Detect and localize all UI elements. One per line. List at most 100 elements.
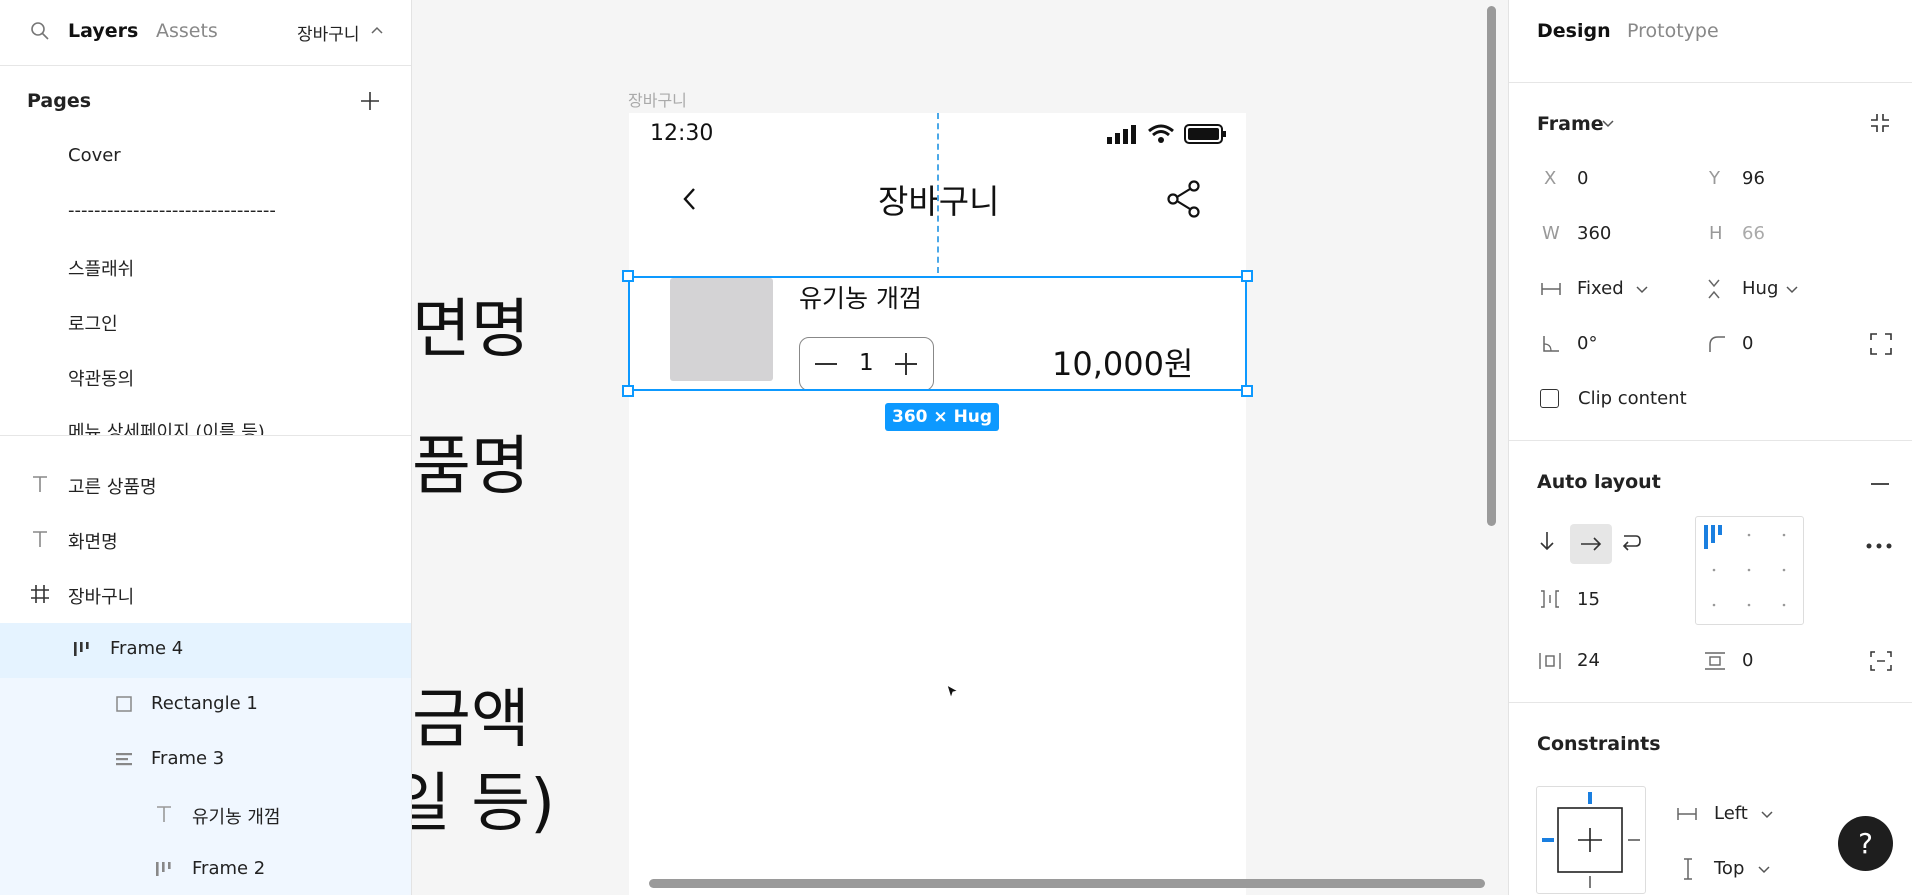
status-time: 12:30 [650,121,714,146]
auto-layout-horizontal-icon [72,639,92,659]
horizontal-scrollbar[interactable] [649,879,1485,888]
wrap-icon[interactable] [1620,533,1642,551]
frame-section: Frame X 0 Y 96 W 360 H 66 Fixed Hug 0° 0… [1509,83,1912,441]
page-item-cover[interactable]: Cover [68,145,121,166]
canvas[interactable]: 면명 품명 금액 일 등) 장바구니 12:30 장바구니 유기농 개껌 1 1… [412,0,1508,895]
layer-label: 유기농 개껌 [192,807,281,828]
horizontal-padding-input[interactable]: 24 [1577,650,1600,671]
chevron-down-icon[interactable] [1758,865,1770,875]
vertical-constraint-select[interactable]: Top [1714,858,1744,879]
y-label: Y [1709,168,1720,189]
y-input[interactable]: 96 [1742,168,1765,189]
page-item-terms[interactable]: 약관동의 [68,365,134,391]
back-icon[interactable] [682,186,698,212]
left-panel-tabs: Layers Assets 장바구니 [0,0,411,66]
chevron-up-icon[interactable] [370,24,384,36]
text-icon [154,804,174,824]
height-mode-select[interactable]: Hug [1742,278,1778,299]
hug-height-icon [1706,278,1722,300]
x-input[interactable]: 0 [1577,168,1588,189]
chevron-down-icon[interactable] [1636,285,1648,295]
page-item-splash[interactable]: 스플래쉬 [68,255,134,281]
measure-guide [937,113,939,273]
layer-label: 고른 상품명 [68,477,157,498]
page-item-divider[interactable]: -------------------------------- [68,200,276,221]
clip-content-checkbox[interactable] [1540,389,1559,408]
resize-handle[interactable] [622,385,634,397]
search-icon[interactable] [30,21,50,41]
fixed-width-icon [1541,281,1561,297]
chevron-down-icon[interactable] [1761,810,1773,820]
chevron-down-icon[interactable] [1786,285,1798,295]
h-label: H [1709,223,1723,244]
horizontal-constraint-icon [1677,806,1697,822]
canvas-bg-text: 일 등) [412,767,556,841]
layer-label: Frame 4 [110,638,184,659]
layer-label: Frame 2 [192,858,266,879]
more-options-icon[interactable] [1865,542,1893,550]
size-badge: 360 × Hug [885,403,1000,431]
layer-row-rectangle-1[interactable]: Rectangle 1 [0,678,411,733]
arrow-down-icon[interactable] [1539,531,1555,551]
battery-icon [1184,123,1228,145]
horizontal-padding-icon [1539,652,1561,670]
cursor-icon [946,684,960,700]
auto-layout-section: Auto layout 15 24 0 [1509,441,1912,703]
tab-layers[interactable]: Layers [68,20,138,42]
collapse-icon[interactable] [1869,112,1891,134]
auto-layout-horizontal-icon [154,859,174,879]
alignment-grid[interactable] [1695,516,1804,625]
frame-title[interactable]: Frame [1537,113,1604,135]
w-label: W [1542,223,1560,244]
pages-title: Pages [27,90,92,112]
rotation-input[interactable]: 0° [1577,333,1597,354]
layer-row-frame-3[interactable]: Frame 3 [0,733,411,788]
layers-panel: Layers Assets 장바구니 고른 상품명 화면명 장바구니 Frame… [0,0,412,895]
text-icon [30,474,50,494]
pages-section: Pages Cover ----------------------------… [0,66,411,436]
independent-corners-icon[interactable] [1870,333,1892,355]
layer-row-item-name[interactable]: 유기농 개껌 [0,788,411,843]
tab-design[interactable]: Design [1537,20,1611,42]
vertical-padding-input[interactable]: 0 [1742,650,1753,671]
rectangle-icon [114,694,134,714]
resize-handle[interactable] [1241,270,1253,282]
tab-prototype[interactable]: Prototype [1627,20,1719,42]
remove-auto-layout-icon[interactable] [1871,482,1889,486]
layer-row-cart-frame[interactable]: 장바구니 [0,568,411,623]
h-input[interactable]: 66 [1742,223,1765,244]
page-item-menu-detail[interactable]: 메뉴 상세페이지 (이름 등) [68,418,265,435]
add-page-icon[interactable] [360,91,380,111]
page-selector[interactable]: 장바구니 [297,20,360,45]
selection-box [628,276,1247,391]
width-mode-select[interactable]: Fixed [1577,278,1624,299]
layer-label: Frame 3 [151,748,225,769]
layer-row-frame-4[interactable]: Frame 4 [0,623,411,678]
individual-padding-icon[interactable] [1870,651,1892,671]
vertical-scrollbar[interactable] [1487,6,1496,526]
layer-row-selected-product[interactable]: 고른 상품명 [0,458,411,513]
x-label: X [1544,168,1557,189]
gap-input[interactable]: 15 [1577,589,1600,610]
resize-handle[interactable] [1241,385,1253,397]
layer-row-frame-2[interactable]: Frame 2 [0,843,411,895]
help-button[interactable]: ? [1838,816,1893,871]
share-icon[interactable] [1167,180,1201,218]
right-panel-tabs: Design Prototype [1509,0,1912,83]
chevron-down-icon[interactable] [1602,119,1614,129]
auto-layout-vertical-icon [114,749,134,769]
tab-assets[interactable]: Assets [156,20,218,42]
canvas-bg-text: 금액 [412,683,530,757]
horizontal-constraint-select[interactable]: Left [1714,803,1748,824]
rotation-icon [1542,335,1560,353]
phone-frame[interactable]: 12:30 장바구니 유기농 개껌 1 10,000원 [629,113,1246,895]
radius-input[interactable]: 0 [1742,333,1753,354]
constraints-widget[interactable] [1536,786,1646,894]
frame-label[interactable]: 장바구니 [628,87,687,111]
auto-layout-title: Auto layout [1537,471,1661,493]
layer-row-screen-name[interactable]: 화면명 [0,513,411,568]
direction-horizontal-button[interactable] [1570,524,1612,564]
w-input[interactable]: 360 [1577,223,1611,244]
page-item-login[interactable]: 로그인 [68,310,118,336]
resize-handle[interactable] [622,270,634,282]
